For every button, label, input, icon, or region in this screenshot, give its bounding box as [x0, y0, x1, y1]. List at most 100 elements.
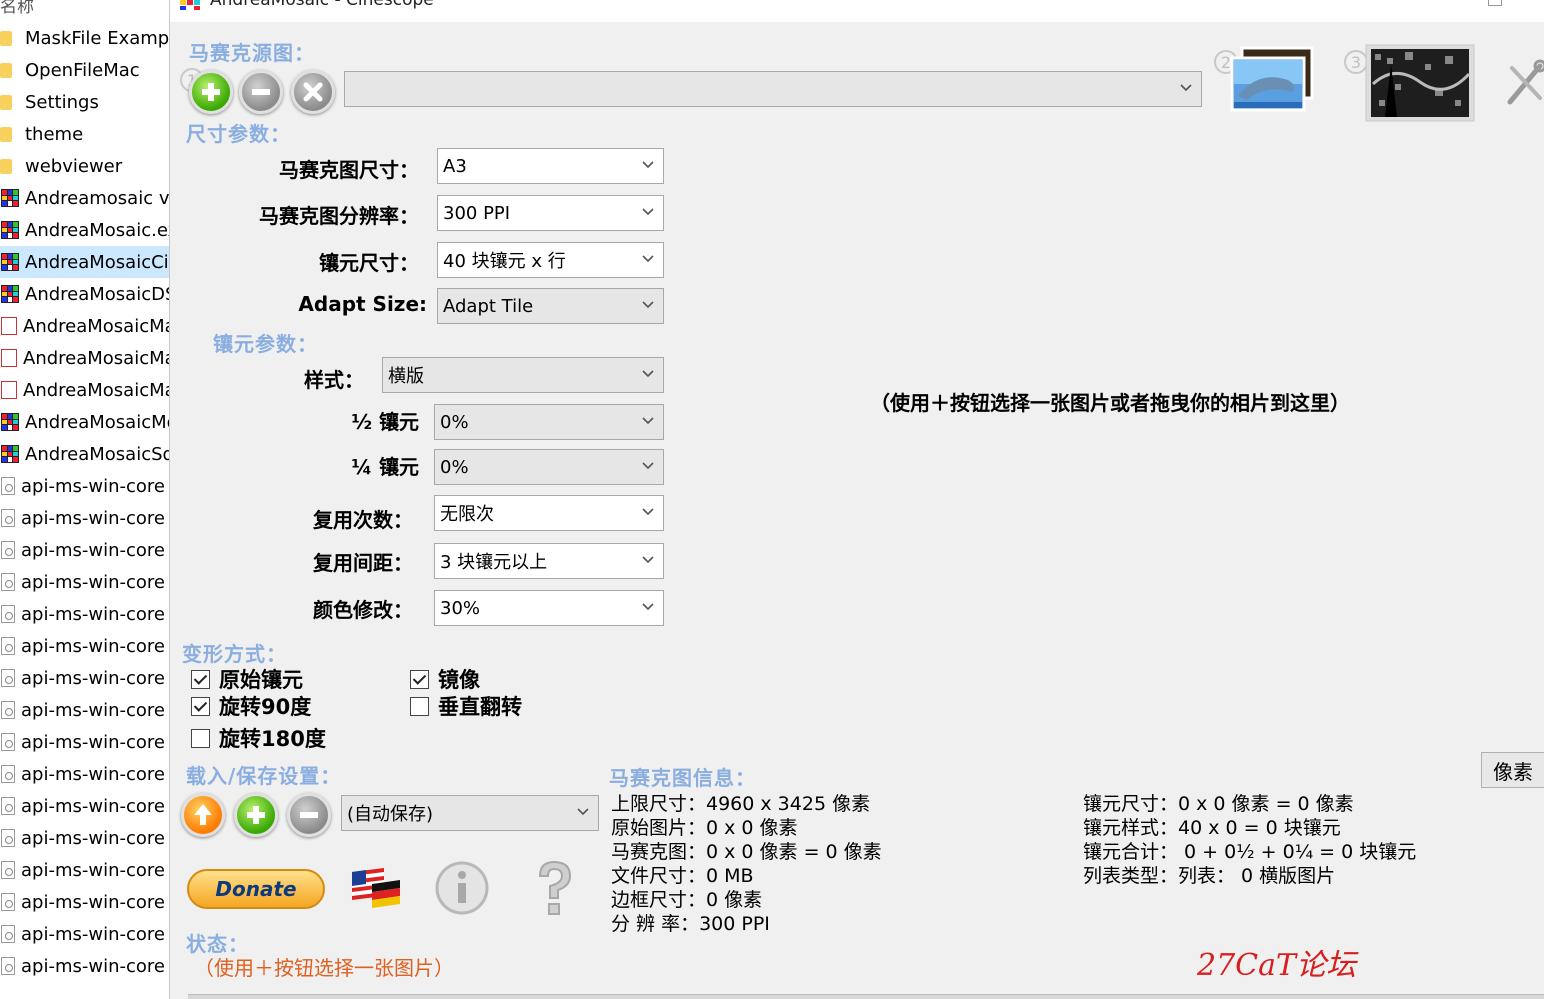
file-list-item[interactable]: api-ms-win-core [0, 502, 169, 534]
mirror-checkbox[interactable]: 镜像 [410, 664, 480, 694]
color-change-combo[interactable]: 30% [434, 590, 664, 626]
file-name: api-ms-win-core [21, 699, 165, 721]
reuse-count-value: 无限次 [440, 504, 494, 525]
source-image-combo[interactable] [344, 71, 1202, 107]
save-settings-button[interactable] [234, 793, 278, 837]
delete-settings-button[interactable] [287, 793, 331, 837]
minus-icon [300, 812, 318, 818]
chevron-down-icon [642, 301, 654, 309]
rotate180-checkbox[interactable]: 旋转180度 [191, 723, 326, 753]
checkbox-box[interactable] [191, 696, 210, 716]
info-original-image: 原始图片：0 x 0 像素 [611, 817, 798, 839]
file-list-item[interactable]: AndreaMosaicSq [0, 438, 169, 470]
app-icon [180, 0, 200, 10]
chevron-down-icon [642, 255, 654, 263]
reuse-distance-combo[interactable]: 3 块镶元以上 [434, 543, 664, 579]
chevron-down-icon [577, 808, 589, 816]
file-name: AndreaMosaicCi [25, 251, 169, 273]
file-list-item[interactable]: AndreaMosaic.ex [0, 214, 169, 246]
drop-hint: （使用＋按钮选择一张图片或者拖曳你的相片到这里） [870, 391, 1350, 415]
chevron-down-icon [642, 556, 654, 564]
info-mosaic-image: 马赛克图：0 x 0 像素 = 0 像素 [611, 841, 882, 863]
file-list-item[interactable]: api-ms-win-core [0, 854, 169, 886]
tile-size-combo[interactable]: 40 块镶元 x 行 [437, 242, 664, 278]
dolphin-photo-icon[interactable] [1228, 46, 1316, 112]
file-list-item[interactable]: Settings [0, 86, 169, 118]
file-list-item[interactable]: api-ms-win-core [0, 918, 169, 950]
mosaic-size-combo[interactable]: A3 [437, 148, 664, 184]
bottom-progress-bar [188, 994, 1544, 999]
file-list-item[interactable]: AndreaMosaicMa [0, 310, 169, 342]
reuse-count-combo[interactable]: 无限次 [434, 495, 664, 531]
checkbox-box[interactable] [191, 728, 210, 748]
checkbox-box[interactable] [410, 669, 429, 689]
file-list-item[interactable]: api-ms-win-core [0, 950, 169, 982]
file-list-item[interactable]: api-ms-win-core [0, 886, 169, 918]
window-control-icon[interactable] [1488, 0, 1502, 6]
file-name: AndreaMosaicMa [23, 347, 169, 369]
half-tile-value: 0% [440, 411, 469, 433]
half-tile-combo[interactable]: 0% [434, 404, 664, 440]
file-name: api-ms-win-core [21, 731, 165, 753]
file-list-item[interactable]: api-ms-win-core [0, 822, 169, 854]
add-source-button[interactable] [189, 70, 233, 114]
tile-section-title: 镶元参数： [213, 332, 318, 356]
settings-preset-combo[interactable]: (自动保存) [341, 795, 599, 831]
file-list-item[interactable]: api-ms-win-core [0, 630, 169, 662]
file-list-item[interactable]: AndreaMosaicDS [0, 278, 169, 310]
quarter-tile-value: 0% [440, 456, 469, 478]
info-left-column: 上限尺寸：4960 x 3425 像素 原始图片：0 x 0 像素 马赛克图：0… [611, 792, 882, 936]
window-title: AndreaMosaic - Cinescope [210, 0, 434, 10]
file-name: api-ms-win-core [21, 859, 165, 881]
file-list-item[interactable]: AndreaMosaicMa [0, 374, 169, 406]
remove-source-button[interactable] [239, 70, 283, 114]
file-name: webviewer [25, 155, 123, 177]
file-list-item[interactable]: api-ms-win-core [0, 598, 169, 630]
file-list-item[interactable]: AndreaMosaicMa [0, 342, 169, 374]
file-list-item[interactable]: AndreaMosaicMo [0, 406, 169, 438]
checkbox-box[interactable] [410, 696, 429, 716]
vertical-flip-checkbox[interactable]: 垂直翻转 [410, 691, 522, 721]
file-list-item[interactable]: OpenFileMac [0, 54, 169, 86]
file-list-item[interactable]: api-ms-win-core [0, 790, 169, 822]
dll-file-icon [1, 541, 15, 559]
file-list-item[interactable]: api-ms-win-core [0, 534, 169, 566]
tools-icon[interactable] [1506, 58, 1544, 108]
file-list-item[interactable]: api-ms-win-core [0, 662, 169, 694]
file-list-item[interactable]: api-ms-win-core [0, 726, 169, 758]
info-icon[interactable] [434, 860, 490, 916]
quarter-tile-combo[interactable]: 0% [434, 449, 664, 485]
file-name: AndreaMosaicSq [25, 443, 169, 465]
file-list-item[interactable]: MaskFile Exampl [0, 22, 169, 54]
clear-source-button[interactable] [291, 70, 335, 114]
resolution-combo[interactable]: 300 PPI [437, 195, 664, 231]
style-combo[interactable]: 横版 [382, 357, 664, 393]
mosaic-preview-icon[interactable] [1365, 44, 1475, 122]
file-list-item[interactable]: AndreaMosaicCi [0, 246, 169, 278]
file-list-item[interactable]: theme [0, 118, 169, 150]
unit-pixel-button[interactable]: 像素 [1481, 752, 1544, 788]
language-flag-icon[interactable] [350, 866, 402, 912]
file-list-item[interactable]: api-ms-win-core [0, 758, 169, 790]
dll-file-icon [1, 797, 15, 815]
load-settings-button[interactable] [181, 793, 225, 837]
folder-icon [0, 158, 12, 174]
source-section-title: 马赛克源图： [189, 41, 315, 65]
checkbox-box[interactable] [191, 669, 210, 689]
file-list-item[interactable]: api-ms-win-core [0, 470, 169, 502]
title-bar[interactable]: AndreaMosaic - Cinescope [170, 0, 1544, 22]
column-header-name[interactable]: 名称 [0, 0, 34, 17]
file-list-item[interactable]: api-ms-win-core [0, 694, 169, 726]
rotate90-checkbox[interactable]: 旋转90度 [191, 691, 311, 721]
help-icon[interactable] [530, 858, 578, 918]
donate-button[interactable]: Donate [187, 869, 325, 909]
chevron-down-icon [642, 370, 654, 378]
file-list-item[interactable]: Andreamosaic v3 [0, 182, 169, 214]
dll-file-icon [1, 477, 15, 495]
folder-icon [0, 30, 12, 46]
adapt-size-combo[interactable]: Adapt Tile [437, 288, 664, 324]
reuse-distance-value: 3 块镶元以上 [440, 552, 548, 573]
original-tile-checkbox[interactable]: 原始镶元 [191, 664, 303, 694]
file-list-item[interactable]: api-ms-win-core [0, 566, 169, 598]
file-list-item[interactable]: webviewer [0, 150, 169, 182]
